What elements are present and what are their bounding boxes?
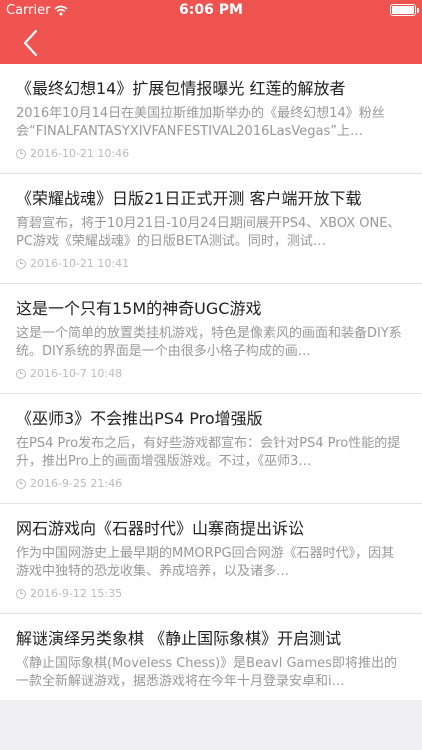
list-item[interactable]: 解谜演绎另类象棋 《静止国际象棋》开启测试 《静止国际象棋(Moveless C… [0, 614, 422, 700]
article-date: 2016-10-7 10:48 [30, 367, 123, 380]
article-date: 2016-9-25 21:46 [30, 477, 123, 490]
article-summary: 这是一个简单的放置类挂机游戏，特色是像素风的画面和装备DIY系统。DIY系统的界… [16, 326, 402, 359]
article-title: 网石游戏向《石器时代》山寨商提出诉讼 [16, 519, 305, 538]
article-meta: 2016-10-21 10:41 [16, 257, 406, 270]
article-date: 2016-9-12 15:35 [30, 587, 123, 600]
clock-icon [16, 478, 26, 489]
nav-bar [0, 20, 422, 64]
article-title: 解谜演绎另类象棋 《静止国际象棋》开启测试 [16, 629, 342, 648]
article-title: 这是一个只有15M的神奇UGC游戏 [16, 299, 262, 318]
article-summary: 育碧宣布，将于10月21日-10月24日期间展开PS4、XBOX ONE、PC游… [16, 216, 401, 249]
article-meta: 2016-9-25 21:46 [16, 477, 406, 490]
battery-level [392, 6, 414, 14]
clock-icon [16, 148, 26, 159]
clock-icon [16, 368, 26, 379]
list-item[interactable]: 这是一个只有15M的神奇UGC游戏 这是一个简单的放置类挂机游戏，特色是像素风的… [0, 284, 422, 394]
article-meta: 2016-10-7 10:48 [16, 367, 406, 380]
clock-icon [16, 588, 26, 599]
list-item[interactable]: 《荣耀战魂》日版21日正式开测 客户端开放下载 育碧宣布，将于10月21日-10… [0, 174, 422, 284]
article-summary: 2016年10月14日在美国拉斯维加斯举办的《最终幻想14》粉丝会“FINALF… [16, 106, 385, 139]
back-button[interactable] [16, 28, 46, 58]
header: Carrier 6:06 PM [0, 0, 422, 64]
article-title: 《最终幻想14》扩展包情报曝光 红莲的解放者 [16, 79, 346, 98]
article-summary: 《静止国际象棋(Moveless Chess)》是Beavl Games即将推出… [16, 656, 397, 689]
article-summary: 作为中国网游史上最早期的MMORPG回合网游《石器时代》，因其游戏中独特的恐龙收… [16, 546, 395, 579]
article-summary: 在PS4 Pro发布之后，有好些游戏都宣布：会针对PS4 Pro性能的提升，推出… [16, 436, 401, 469]
battery-icon [390, 4, 419, 16]
article-date: 2016-10-21 10:41 [30, 257, 130, 270]
list-item[interactable]: 网石游戏向《石器时代》山寨商提出诉讼 作为中国网游史上最早期的MMORPG回合网… [0, 504, 422, 614]
article-list: 《最终幻想14》扩展包情报曝光 红莲的解放者 2016年10月14日在美国拉斯维… [0, 64, 422, 700]
article-date: 2016-10-21 10:46 [30, 147, 130, 160]
article-title: 《荣耀战魂》日版21日正式开测 客户端开放下载 [16, 189, 362, 208]
article-title: 《巫师3》不会推出PS4 Pro增强版 [16, 409, 263, 428]
article-meta: 2016-9-12 15:35 [16, 587, 406, 600]
article-meta: 2016-10-21 10:46 [16, 147, 406, 160]
list-item[interactable]: 《巫师3》不会推出PS4 Pro增强版 在PS4 Pro发布之后，有好些游戏都宣… [0, 394, 422, 504]
chevron-left-icon [23, 29, 38, 57]
clock-icon [16, 258, 26, 269]
list-item[interactable]: 《最终幻想14》扩展包情报曝光 红莲的解放者 2016年10月14日在美国拉斯维… [0, 64, 422, 174]
status-time: 6:06 PM [179, 2, 243, 18]
status-bar: Carrier 6:06 PM [0, 0, 422, 20]
